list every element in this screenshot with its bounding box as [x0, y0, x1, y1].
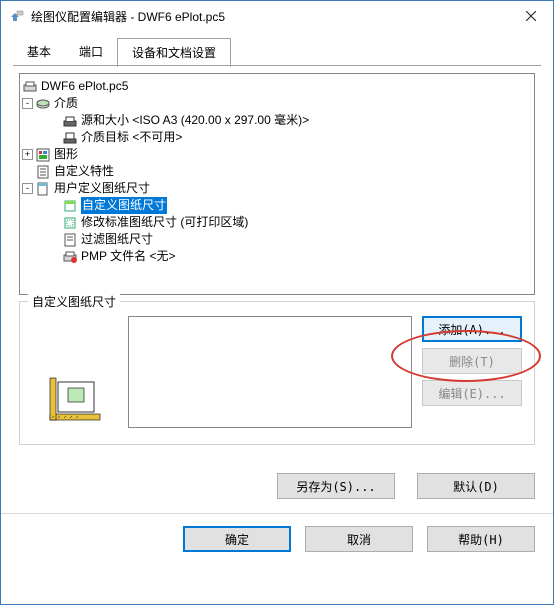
source-icon	[62, 113, 78, 129]
default-button[interactable]: 默认(D)	[417, 473, 535, 499]
media-icon	[35, 96, 51, 112]
collapse-icon[interactable]: -	[22, 183, 33, 194]
add-button[interactable]: 添加(A)...	[422, 316, 522, 342]
tree-modify-std[interactable]: 修改标准图纸尺寸 (可打印区域)	[22, 214, 532, 231]
collapse-icon[interactable]: -	[22, 98, 33, 109]
tree-filter-paper[interactable]: 过滤图纸尺寸	[22, 231, 532, 248]
close-button[interactable]	[508, 1, 553, 31]
dialog-buttons: 确定 取消 帮助(H)	[1, 514, 553, 566]
custom-paper-group: 自定义图纸尺寸	[19, 301, 535, 445]
group-title: 自定义图纸尺寸	[28, 293, 120, 310]
tree-media-target[interactable]: 介质目标 <不可用>	[22, 129, 532, 146]
expand-icon[interactable]: +	[22, 149, 33, 160]
delete-button: 删除(T)	[422, 348, 522, 374]
tab-bar: 基本 端口 设备和文档设置	[1, 31, 553, 67]
saveas-row: 另存为(S)... 默认(D)	[1, 457, 553, 509]
tree-custom-paper[interactable]: 自定义图纸尺寸	[22, 197, 532, 214]
custom-paper-icon	[62, 198, 78, 214]
edit-button: 编辑(E)...	[422, 380, 522, 406]
paper-buttons: 添加(A)... 删除(T) 编辑(E)...	[422, 316, 522, 406]
tree-pmp[interactable]: PMP 文件名 <无>	[22, 248, 532, 265]
dialog-window: 绘图仪配置编辑器 - DWF6 ePlot.pc5 基本 端口 设备和文档设置 …	[0, 0, 554, 605]
pmp-icon	[62, 249, 78, 265]
modify-icon	[62, 215, 78, 231]
target-icon	[62, 130, 78, 146]
tree-source-size[interactable]: 源和大小 <ISO A3 (420.00 x 297.00 毫米)>	[22, 112, 532, 129]
filter-icon	[62, 232, 78, 248]
config-tree[interactable]: DWF6 ePlot.pc5 - 介质 源和大小 <ISO A3 (420.00…	[19, 73, 535, 295]
tree-media[interactable]: - 介质	[22, 95, 532, 112]
plotter-icon	[22, 79, 38, 95]
graphics-icon	[35, 147, 51, 163]
user-paper-icon	[35, 181, 51, 197]
tab-basic[interactable]: 基本	[13, 38, 65, 67]
titlebar: 绘图仪配置编辑器 - DWF6 ePlot.pc5	[1, 1, 553, 31]
tree-custom-props[interactable]: 自定义特性	[22, 163, 532, 180]
tab-device-doc[interactable]: 设备和文档设置	[117, 38, 231, 67]
tab-port[interactable]: 端口	[65, 38, 117, 67]
tree-user-paper[interactable]: - 用户定义图纸尺寸	[22, 180, 532, 197]
tree-root[interactable]: DWF6 ePlot.pc5	[22, 78, 532, 95]
props-icon	[35, 164, 51, 180]
app-icon	[9, 8, 25, 24]
window-title: 绘图仪配置编辑器 - DWF6 ePlot.pc5	[31, 8, 508, 25]
paper-thumbnail	[32, 316, 118, 430]
cancel-button[interactable]: 取消	[305, 526, 413, 552]
tree-graphics[interactable]: + 图形	[22, 146, 532, 163]
ok-button[interactable]: 确定	[183, 526, 291, 552]
saveas-button[interactable]: 另存为(S)...	[277, 473, 395, 499]
tab-content: DWF6 ePlot.pc5 - 介质 源和大小 <ISO A3 (420.00…	[1, 67, 553, 457]
custom-paper-list[interactable]	[128, 316, 412, 428]
help-button[interactable]: 帮助(H)	[427, 526, 535, 552]
